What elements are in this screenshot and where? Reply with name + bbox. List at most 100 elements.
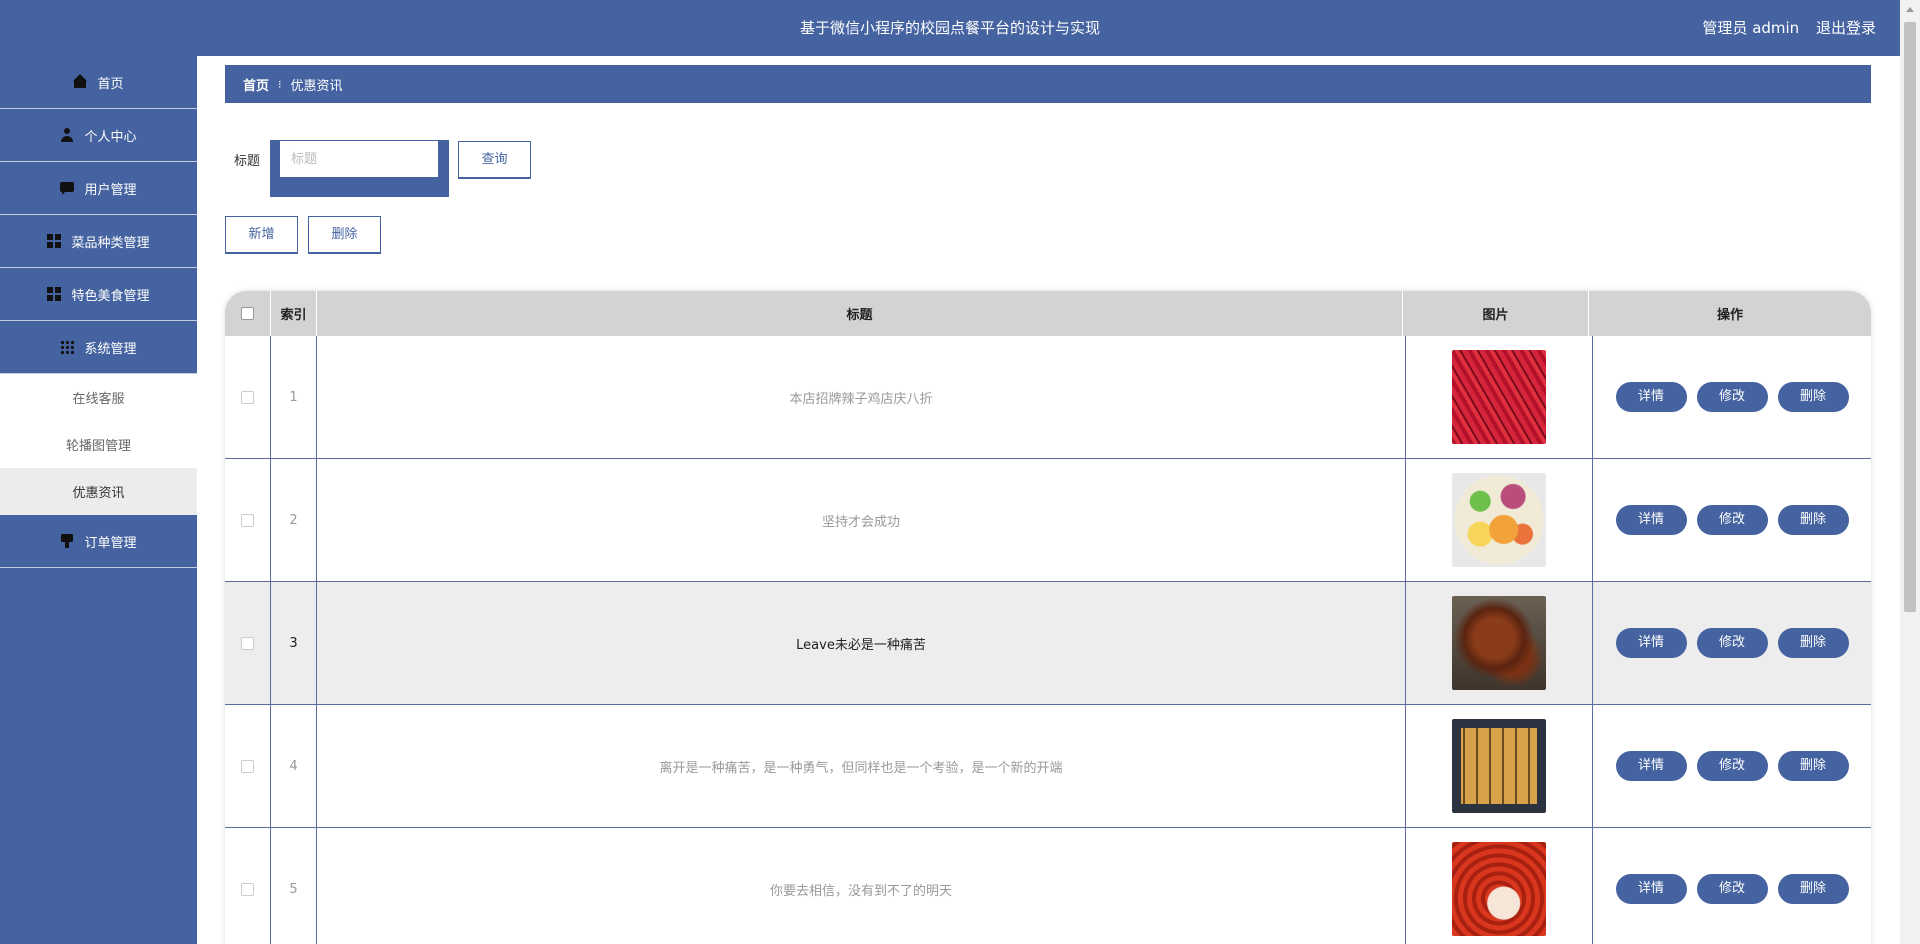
search-label: 标题 [234, 154, 261, 169]
edit-button[interactable]: 修改 [1696, 751, 1768, 781]
row-actions: 详情 修改 删除 [1593, 582, 1871, 704]
delete-button[interactable]: 删除 [1777, 628, 1849, 658]
title-search-input[interactable] [280, 141, 438, 177]
column-header-title: 标题 [317, 291, 1403, 336]
row-image-cell [1406, 828, 1593, 944]
order-icon [60, 534, 74, 548]
sidebar-subitem-promotions[interactable]: 优惠资讯 [0, 468, 197, 515]
roast-chicken-thumbnail [1452, 596, 1546, 690]
edit-button[interactable]: 修改 [1696, 628, 1768, 658]
row-index: 5 [271, 828, 317, 944]
row-actions: 详情 修改 删除 [1593, 336, 1871, 458]
search-box [270, 140, 449, 197]
edit-button[interactable]: 修改 [1696, 382, 1768, 412]
sidebar: 首页 个人中心 用户管理 菜品种类管理 特色美食管理 系统管理 在线客服 轮播图… [0, 56, 197, 944]
row-image-cell [1406, 582, 1593, 704]
row-image-cell [1406, 459, 1593, 581]
table-row: 5 你要去相信，没有到不了的明天 详情 修改 删除 [225, 828, 1871, 944]
top-header: 基于微信小程序的校园点餐平台的设计与实现 管理员 admin 退出登录 [0, 0, 1900, 56]
select-all-checkbox[interactable] [241, 307, 254, 320]
sidebar-item-users[interactable]: 用户管理 [0, 162, 197, 215]
sidebar-item-label: 订单管理 [84, 535, 137, 551]
batch-delete-button[interactable]: 删除 [308, 216, 381, 254]
grid-icon [47, 234, 62, 248]
column-header-image: 图片 [1403, 291, 1589, 336]
logout-link[interactable]: 退出登录 [1816, 19, 1876, 37]
row-select-cell [225, 336, 271, 458]
data-table: 索引 标题 图片 操作 1 本店招牌辣子鸡店庆八折 详情 修改 删除 2 坚持才… [225, 291, 1871, 944]
pastry-tray-thumbnail [1452, 719, 1546, 813]
page-scrollbar[interactable] [1900, 0, 1920, 944]
column-header-index: 索引 [271, 291, 317, 336]
row-checkbox[interactable] [241, 390, 254, 404]
table-row: 1 本店招牌辣子鸡店庆八折 详情 修改 删除 [225, 336, 1871, 459]
delete-button[interactable]: 删除 [1777, 505, 1849, 535]
delete-button[interactable]: 删除 [1777, 874, 1849, 904]
sidebar-item-profile[interactable]: 个人中心 [0, 109, 197, 162]
edit-button[interactable]: 修改 [1696, 505, 1768, 535]
table-row: 3 Leave未必是一种痛苦 详情 修改 删除 [225, 582, 1871, 705]
row-title: 你要去相信，没有到不了的明天 [317, 828, 1406, 944]
scroll-up-arrow-icon[interactable] [1906, 7, 1914, 12]
sidebar-item-label: 首页 [97, 76, 124, 92]
row-title: 坚持才会成功 [317, 459, 1406, 581]
delete-button[interactable]: 删除 [1777, 751, 1849, 781]
scrollbar-thumb[interactable] [1904, 22, 1916, 612]
add-button[interactable]: 新增 [225, 216, 298, 254]
sidebar-item-orders[interactable]: 订单管理 [0, 515, 197, 568]
breadcrumb-separator: ⁝ [278, 77, 282, 91]
row-select-cell [225, 582, 271, 704]
row-select-cell [225, 705, 271, 827]
grid-icon [47, 287, 62, 301]
chili-peppers-thumbnail [1452, 350, 1546, 444]
column-header-actions: 操作 [1716, 308, 1743, 323]
vegetable-plate-thumbnail [1452, 473, 1546, 567]
row-checkbox[interactable] [241, 513, 254, 527]
sidebar-item-special-food[interactable]: 特色美食管理 [0, 268, 197, 321]
detail-button[interactable]: 详情 [1615, 751, 1687, 781]
sidebar-item-system[interactable]: 系统管理 [0, 321, 197, 374]
select-all-cell [225, 291, 271, 336]
row-index: 1 [271, 336, 317, 458]
table-row: 2 坚持才会成功 详情 修改 删除 [225, 459, 1871, 582]
table-header: 索引 标题 图片 操作 [225, 291, 1871, 336]
sidebar-subitem-online-service[interactable]: 在线客服 [0, 374, 197, 421]
sidebar-item-label: 系统管理 [84, 341, 137, 357]
row-select-cell [225, 459, 271, 581]
sidebar-item-label: 特色美食管理 [71, 288, 150, 304]
delete-button[interactable]: 删除 [1777, 382, 1849, 412]
detail-button[interactable]: 详情 [1615, 382, 1687, 412]
row-checkbox[interactable] [241, 636, 254, 650]
breadcrumb-current: 优惠资讯 [290, 78, 343, 94]
row-index: 3 [271, 582, 317, 704]
home-icon [73, 74, 88, 89]
sidebar-item-dish-category[interactable]: 菜品种类管理 [0, 215, 197, 268]
breadcrumb: 首页 ⁝ 优惠资讯 [225, 65, 1871, 103]
row-title: 离开是一种痛苦，是一种勇气，但同样也是一个考验，是一个新的开端 [317, 705, 1406, 827]
edit-button[interactable]: 修改 [1696, 874, 1768, 904]
row-actions: 详情 修改 删除 [1593, 828, 1871, 944]
row-title: Leave未必是一种痛苦 [317, 582, 1406, 704]
sidebar-item-label: 用户管理 [84, 182, 137, 198]
breadcrumb-home[interactable]: 首页 [243, 75, 269, 94]
sidebar-subitem-carousel[interactable]: 轮播图管理 [0, 421, 197, 468]
chat-icon [60, 181, 75, 195]
detail-button[interactable]: 详情 [1615, 874, 1687, 904]
row-select-cell [225, 828, 271, 944]
row-index: 4 [271, 705, 317, 827]
table-row: 4 离开是一种痛苦，是一种勇气，但同样也是一个考验，是一个新的开端 详情 修改 … [225, 705, 1871, 828]
row-actions: 详情 修改 删除 [1593, 459, 1871, 581]
row-image-cell [1406, 705, 1593, 827]
sidebar-item-label: 个人中心 [84, 129, 137, 145]
detail-button[interactable]: 详情 [1615, 628, 1687, 658]
row-checkbox[interactable] [241, 759, 254, 773]
row-checkbox[interactable] [241, 882, 254, 896]
app-title: 基于微信小程序的校园点餐平台的设计与实现 [799, 19, 1100, 37]
crayfish-thumbnail [1452, 842, 1546, 936]
sidebar-item-home[interactable]: 首页 [0, 56, 197, 109]
detail-button[interactable]: 详情 [1615, 505, 1687, 535]
apps-icon [60, 340, 75, 354]
admin-user-label: 管理员 admin [1702, 19, 1800, 37]
query-button[interactable]: 查询 [458, 141, 531, 179]
user-icon [60, 128, 74, 142]
